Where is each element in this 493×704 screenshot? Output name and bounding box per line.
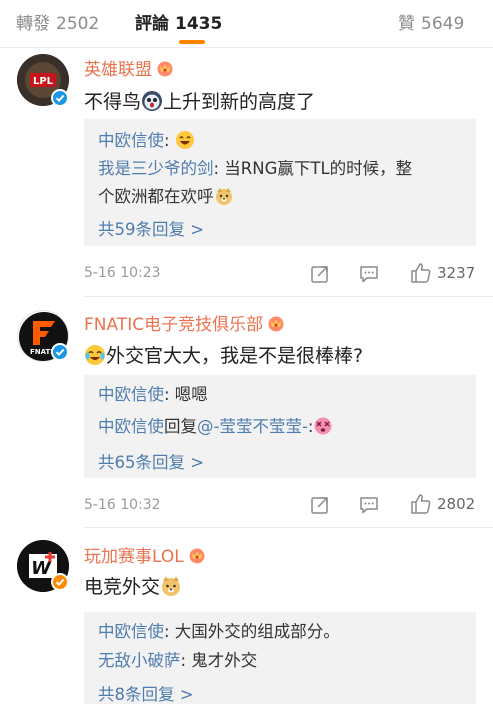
tab-repost[interactable]: 轉發 2502 <box>16 9 99 34</box>
reply-username[interactable]: 我是三少爷的剑 <box>98 159 214 178</box>
dizzy-face-icon <box>313 416 333 445</box>
reply-item[interactable]: 中欧信使: 嗯嗯 <box>98 381 208 409</box>
vip-crown-icon <box>156 59 174 82</box>
reply-box[interactable]: 中欧信使: 大国外交的组成部分。 无敌小破萨: 鬼才外交 共8条回复 > <box>84 612 476 704</box>
like-count: 3237 <box>437 264 476 282</box>
tab-bar: 轉發 2502 評論 1435 贊 5649 <box>0 0 493 48</box>
tab-comments-label: 評論 <box>135 14 169 34</box>
shocked-face-icon <box>141 90 163 117</box>
doge-face-icon <box>214 186 234 215</box>
comment-text: 外交官大大，我是不是很棒棒? <box>84 341 363 371</box>
comment-icon[interactable] <box>359 495 379 519</box>
verified-badge-icon <box>51 343 69 361</box>
comment-icon[interactable] <box>359 264 379 288</box>
reply-item[interactable]: 中欧信使回复@-莹莹不莹莹-: <box>98 413 333 445</box>
verified-badge-icon <box>51 573 69 591</box>
vip-crown-icon <box>188 546 206 569</box>
avatar-text: LPL <box>33 76 54 87</box>
tab-comments[interactable]: 評論 1435 <box>135 9 222 34</box>
reply-box[interactable]: 中欧信使: 嗯嗯 中欧信使回复@-莹莹不莹莹-: 共65条回复 > <box>84 375 476 478</box>
like-count: 2802 <box>437 495 476 513</box>
verified-badge-icon <box>51 89 69 107</box>
crying-laughing-face-icon <box>84 344 106 371</box>
comment-text: 不得鸟 上升到新的高度了 <box>84 87 315 117</box>
comment-time: 5-16 10:23 <box>84 265 161 281</box>
more-replies-link[interactable]: 共59条回复 > <box>98 216 204 240</box>
tab-likes[interactable]: 贊 5649 <box>398 9 464 34</box>
reply-text-line2: 个欧洲都在欢呼 <box>98 187 214 206</box>
comment-text: 电竞外交 <box>84 572 182 602</box>
like-thumb-icon[interactable] <box>409 261 433 289</box>
comment-username[interactable]: FNATIC电子竞技俱乐部 <box>84 310 285 337</box>
reply-text: : 大国外交的组成部分。 <box>164 622 340 641</box>
comment-text-after: 上升到新的高度了 <box>163 91 316 113</box>
reply-text: : 当RNG赢下TL的时候，整 <box>213 159 413 178</box>
reply-item[interactable]: 中欧信使: 大国外交的组成部分。 <box>98 618 340 646</box>
reply-item[interactable]: 我是三少爷的剑: 当RNG赢下TL的时候，整 个欧洲都在欢呼 <box>98 155 412 215</box>
comment-text-before: 不得鸟 <box>84 91 142 113</box>
comment-item: FNATIC FNATIC电子竞技俱乐部 外交官大大，我是不是很棒棒? 中欧信使… <box>0 298 493 528</box>
vip-crown-icon <box>267 314 285 337</box>
reply-username[interactable]: 无敌小破萨 <box>98 651 181 670</box>
share-icon[interactable] <box>310 495 330 519</box>
reply-item[interactable]: 无敌小破萨: 鬼才外交 <box>98 647 257 675</box>
tab-likes-label: 贊 <box>398 14 415 34</box>
reply-username[interactable]: 中欧信使 <box>98 417 164 436</box>
comment-item: LPL 英雄联盟 不得鸟 上升到新的高度了 中欧信使: 我是三少爷的剑: 当RN… <box>0 48 493 298</box>
active-tab-indicator <box>179 40 205 44</box>
tab-likes-count: 5649 <box>421 14 465 34</box>
like-thumb-icon[interactable] <box>409 492 433 520</box>
reply-username[interactable]: 中欧信使 <box>98 622 164 641</box>
reply-username[interactable]: 中欧信使 <box>98 385 164 404</box>
reply-mention-link[interactable]: @-莹莹不莹莹- <box>197 417 308 436</box>
doge-face-icon <box>160 575 182 602</box>
tab-repost-count: 2502 <box>56 14 100 34</box>
tab-comments-count: 1435 <box>175 14 223 34</box>
reply-text: : 嗯嗯 <box>164 385 208 404</box>
reply-text: : 鬼才外交 <box>180 651 258 670</box>
more-replies-link[interactable]: 共65条回复 > <box>98 449 204 473</box>
more-replies-link[interactable]: 共8条回复 > <box>98 681 194 704</box>
comment-time: 5-16 10:32 <box>84 497 161 513</box>
comment-username[interactable]: 英雄联盟 <box>84 55 174 82</box>
comment-item: W 玩加赛事LOL 电竞外交 中欧信使: 大国外交的组成部分。 无敌小破萨: 鬼… <box>0 528 493 704</box>
comment-text-body: 外交官大大，我是不是很棒棒? <box>106 345 364 367</box>
comment-username[interactable]: 玩加赛事LOL <box>84 542 206 569</box>
tab-repost-label: 轉發 <box>16 14 50 34</box>
share-icon[interactable] <box>310 264 330 288</box>
reply-text: 回复 <box>164 417 197 436</box>
divider <box>84 296 493 297</box>
username-label: FNATIC电子竞技俱乐部 <box>84 315 264 335</box>
reply-box[interactable]: 中欧信使: 我是三少爷的剑: 当RNG赢下TL的时候，整 个欧洲都在欢呼 共59… <box>84 119 476 246</box>
username-label: 玩加赛事LOL <box>84 547 184 567</box>
reply-username[interactable]: 中欧信使 <box>98 131 164 150</box>
username-label: 英雄联盟 <box>84 60 152 80</box>
comment-text-body: 电竞外交 <box>84 576 161 598</box>
reply-text: : <box>164 131 170 150</box>
